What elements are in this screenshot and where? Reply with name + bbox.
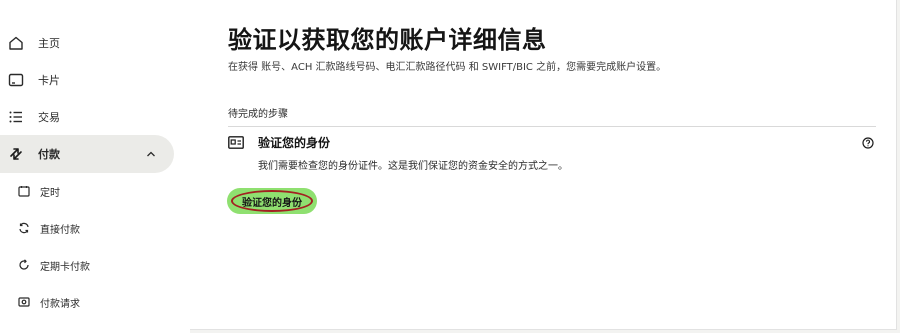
sidebar-subitem-scheduled[interactable]: 定时 — [0, 174, 174, 208]
sidebar-subitem-recurring-card[interactable]: 定期卡付款 — [0, 248, 174, 282]
list-icon — [9, 111, 22, 123]
section-heading: 待完成的步骤 — [228, 109, 288, 120]
sidebar-subitem-direct-payment[interactable]: 直接付款 — [0, 211, 174, 245]
page-subtitle: 在获得 账号、ACH 汇款路线号码、电汇汇款路径代码 和 SWIFT/BIC 之… — [228, 62, 667, 73]
main-content: 验证以获取您的账户详细信息 在获得 账号、ACH 汇款路线号码、电汇汇款路径代码… — [190, 0, 897, 330]
sidebar-subitem-label: 直接付款 — [40, 225, 80, 236]
step-description: 我们需要检查您的身份证件。这是我们保证您的资金安全的方式之一。 — [258, 161, 568, 172]
transfer-icon — [10, 148, 22, 160]
divider — [228, 126, 876, 127]
card-icon — [8, 73, 24, 87]
sidebar-subitem-label: 定时 — [40, 188, 60, 199]
id-card-icon — [228, 136, 244, 149]
sidebar-subitem-label: 定期卡付款 — [40, 262, 90, 273]
sidebar: 主页 卡片 交易 付款 定时 直接付款 定期卡付款 付款请求 — [0, 0, 190, 333]
sidebar-item-label: 主页 — [38, 37, 60, 50]
page-title: 验证以获取您的账户详细信息 — [228, 26, 547, 54]
sidebar-item-cards[interactable]: 卡片 — [0, 61, 174, 99]
home-icon — [9, 36, 23, 50]
request-icon — [18, 297, 30, 307]
sidebar-item-home[interactable]: 主页 — [0, 24, 174, 62]
sidebar-item-payments[interactable]: 付款 — [0, 135, 174, 173]
sidebar-item-label: 交易 — [38, 111, 60, 124]
calendar-icon — [18, 186, 30, 197]
chevron-up-icon[interactable] — [145, 148, 157, 160]
step-title: 验证您的身份 — [258, 136, 331, 150]
recurring-icon — [19, 259, 29, 270]
help-circle-icon[interactable] — [862, 137, 874, 149]
sidebar-subitem-label: 付款请求 — [40, 299, 80, 310]
refresh-icon — [19, 222, 29, 234]
sidebar-item-label: 付款 — [38, 148, 60, 161]
sidebar-item-label: 卡片 — [38, 74, 60, 87]
sidebar-item-transactions[interactable]: 交易 — [0, 98, 174, 136]
sidebar-subitem-payment-request[interactable]: 付款请求 — [0, 285, 174, 319]
verify-identity-button[interactable]: 验证您的身份 — [227, 188, 317, 214]
